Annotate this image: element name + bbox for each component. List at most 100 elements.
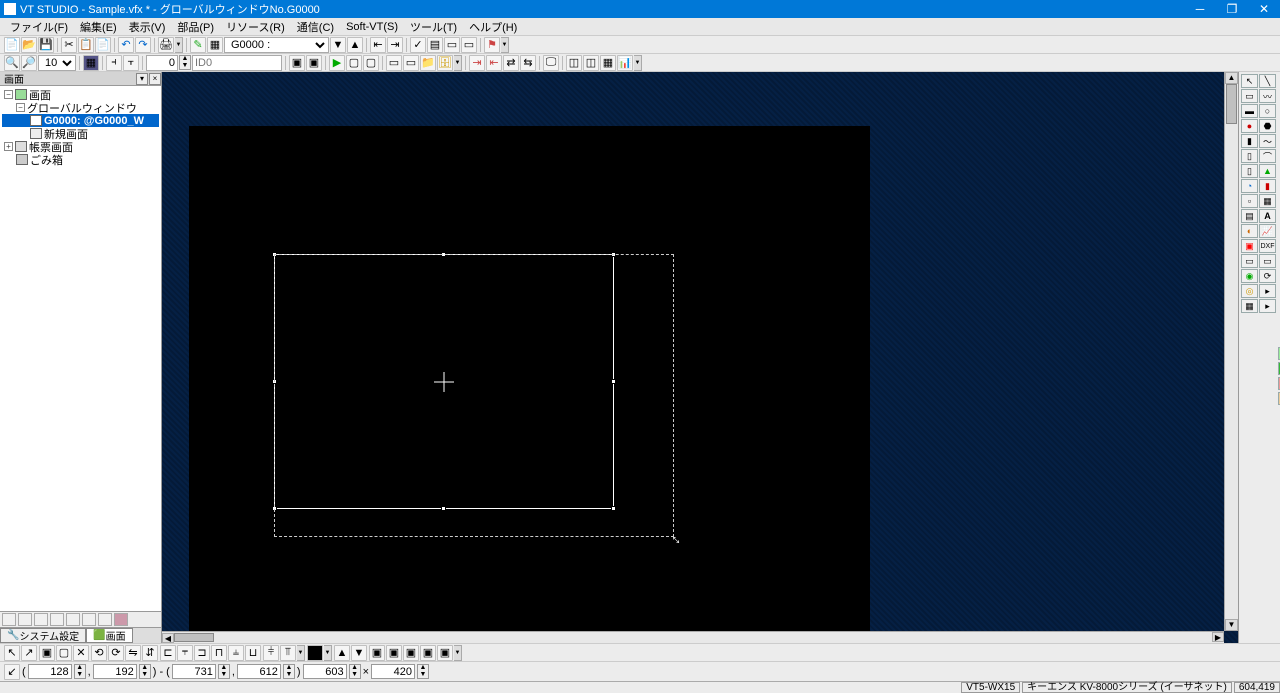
cut-button[interactable]: ✂ <box>61 37 77 53</box>
tool-convert[interactable]: ⟳ <box>1259 269 1276 283</box>
vscroll-thumb[interactable] <box>1226 84 1237 124</box>
tool-dxf[interactable]: DXF <box>1259 239 1276 253</box>
bt-rotate-r[interactable]: ⟳ <box>108 645 124 661</box>
tool-group[interactable]: ▭ <box>1259 254 1276 268</box>
tool-lamp-red[interactable]: ● <box>1241 119 1258 133</box>
mini-btn-2[interactable] <box>18 613 32 626</box>
table-button[interactable]: ▦ <box>600 55 616 71</box>
bt-color[interactable] <box>307 645 323 661</box>
bt-rotate-l[interactable]: ⟲ <box>91 645 107 661</box>
zoom-combo[interactable]: 100% <box>38 55 76 71</box>
bt-order-front[interactable]: ▲ <box>334 645 350 661</box>
open-button[interactable]: 📂 <box>21 37 37 53</box>
bt-node[interactable]: ↗ <box>21 645 37 661</box>
bt-zoom-dropdown[interactable]: ▼ <box>454 645 462 661</box>
menu-comm[interactable]: 通信(C) <box>291 19 340 35</box>
tool-polygon[interactable]: ⬣ <box>1259 119 1276 133</box>
mini-btn-1[interactable] <box>2 613 16 626</box>
bt-dist-dropdown[interactable]: ▼ <box>297 645 305 661</box>
tag-a-button[interactable]: ▭ <box>386 55 402 71</box>
tool-table[interactable]: ▤ <box>1241 209 1258 223</box>
tool-frame[interactable]: ▭ <box>1241 254 1258 268</box>
tool-meter[interactable]: ◔ <box>1241 179 1258 193</box>
align-b-button[interactable]: ⫟ <box>123 55 139 71</box>
menu-view[interactable]: 表示(V) <box>123 19 172 35</box>
bt-align-m[interactable]: ⫨ <box>228 645 244 661</box>
coord-w[interactable] <box>303 664 347 679</box>
bt-distribute-h[interactable]: ⫩ <box>263 645 279 661</box>
dev-a-button[interactable]: ◫ <box>566 55 582 71</box>
mini-btn-6[interactable] <box>82 613 96 626</box>
menu-resource[interactable]: リソース(R) <box>220 19 291 35</box>
scroll-right-button[interactable]: ▶ <box>1212 632 1224 642</box>
coord-x2[interactable] <box>172 664 216 679</box>
panel-close-button[interactable]: × <box>149 73 161 85</box>
bt-delete[interactable]: ✕ <box>73 645 89 661</box>
tool-pie[interactable]: ◐ <box>1241 224 1258 238</box>
design-canvas[interactable]: ↔ ▲ ▼ ◀ ▶ <box>162 72 1238 643</box>
tool-more[interactable]: ▸ <box>1259 284 1276 298</box>
tool-trend[interactable]: 📈 <box>1259 224 1276 238</box>
w-spinner[interactable]: ▲▼ <box>349 664 361 679</box>
tool-3d[interactable]: ◉ <box>1241 269 1258 283</box>
number-spinner[interactable]: ▲▼ <box>179 55 191 70</box>
undo-button[interactable]: ↶ <box>118 37 134 53</box>
menu-softvt[interactable]: Soft-VT(S) <box>340 21 404 33</box>
bt-align-c[interactable]: ⫧ <box>177 645 193 661</box>
tool-misc[interactable]: ▦ <box>1241 299 1258 313</box>
copy-button[interactable]: 📋 <box>78 37 94 53</box>
tag-b-button[interactable]: ▭ <box>403 55 419 71</box>
tool-curve[interactable]: 〜 <box>1259 134 1276 148</box>
minimize-button[interactable]: ─ <box>1184 0 1216 18</box>
chart-dropdown[interactable]: ▼ <box>634 55 642 71</box>
id-input[interactable] <box>192 55 282 71</box>
redo-button[interactable]: ↷ <box>135 37 151 53</box>
hscroll-thumb[interactable] <box>174 633 214 642</box>
y1-spinner[interactable]: ▲▼ <box>139 664 151 679</box>
scroll-left-button[interactable]: ◀ <box>162 633 174 643</box>
coord-x1[interactable] <box>28 664 72 679</box>
db-dropdown[interactable]: ▼ <box>454 55 462 71</box>
tree-node-global-window[interactable]: −グローバルウィンドウ <box>2 101 159 114</box>
screen-tree[interactable]: −画面 −グローバルウィンドウ G0000: @G0000_W 新規画面 +帳票… <box>0 86 161 611</box>
menu-parts[interactable]: 部品(P) <box>171 19 220 35</box>
chart-button[interactable]: 📊 <box>617 55 633 71</box>
edit-screen-button[interactable]: ✎ <box>190 37 206 53</box>
panel-pin-button[interactable]: ▾ <box>136 73 148 85</box>
coord-y2[interactable] <box>237 664 281 679</box>
tool-image[interactable]: ▲ <box>1259 164 1276 178</box>
bt-align-r[interactable]: ⊐ <box>194 645 210 661</box>
coord-h[interactable] <box>371 664 415 679</box>
y2-spinner[interactable]: ▲▼ <box>283 664 295 679</box>
tool-arc[interactable]: ⌒ <box>1259 149 1276 163</box>
flag-button[interactable]: ⚑ <box>484 37 500 53</box>
tool-pointer[interactable]: ↖ <box>1241 74 1258 88</box>
tree-trash[interactable]: ごみ箱 <box>2 153 159 166</box>
tool-numeric[interactable]: ▯ <box>1241 149 1258 163</box>
nav-down-button[interactable]: ▼ <box>330 37 346 53</box>
bt-select[interactable]: ↖ <box>4 645 20 661</box>
scroll-down-button[interactable]: ▼ <box>1225 619 1238 631</box>
save-button[interactable]: 💾 <box>38 37 54 53</box>
menu-file[interactable]: ファイル(F) <box>4 19 74 35</box>
nav-forward-button[interactable]: ⇥ <box>387 37 403 53</box>
bt-flip-v[interactable]: ⇵ <box>142 645 158 661</box>
bt-zoom-e[interactable]: ▣ <box>437 645 453 661</box>
transfer-b-button[interactable]: ⇤ <box>486 55 502 71</box>
nav-up-button[interactable]: ▲ <box>347 37 363 53</box>
bt-color-dropdown[interactable]: ▼ <box>324 645 332 661</box>
menu-tool[interactable]: ツール(T) <box>404 19 463 35</box>
box-b-button[interactable]: ▢ <box>363 55 379 71</box>
maximize-button[interactable]: ❐ <box>1216 0 1248 18</box>
tool-polyline[interactable]: 〰 <box>1259 89 1276 103</box>
folder-button[interactable]: 📁 <box>420 55 436 71</box>
scroll-up-button[interactable]: ▲ <box>1225 72 1238 84</box>
screen-page[interactable]: ↔ <box>189 126 870 638</box>
tool-line[interactable]: ╲ <box>1259 74 1276 88</box>
paste-button[interactable]: 📄 <box>95 37 111 53</box>
tool-text-a[interactable]: A <box>1259 209 1276 223</box>
bt-zoom-c[interactable]: ▣ <box>403 645 419 661</box>
mini-btn-7[interactable] <box>98 613 112 626</box>
bt-group[interactable]: ▣ <box>39 645 55 661</box>
tool-fill-rect[interactable]: ▬ <box>1241 104 1258 118</box>
